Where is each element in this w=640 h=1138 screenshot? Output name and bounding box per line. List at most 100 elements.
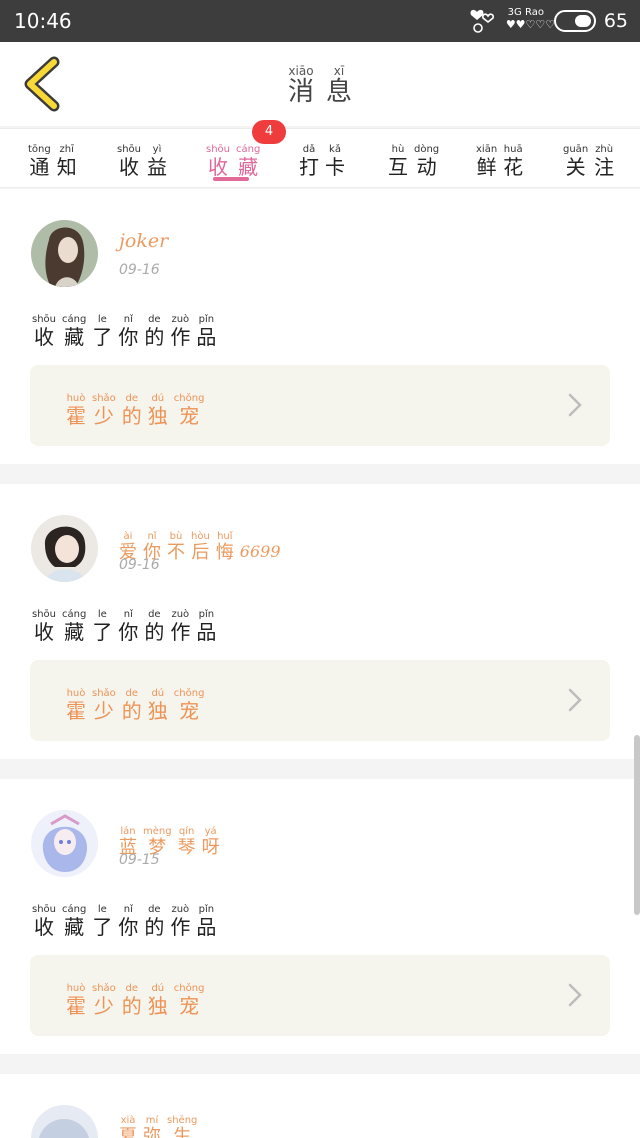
tab-earnings[interactable]: shōu 收 yì 益 (117, 137, 167, 179)
action-char: 你 (118, 915, 139, 939)
signal-icon: 3G Rao ♥♥♡♡♡ (505, 7, 556, 31)
work-char: 独 (147, 994, 168, 1018)
tab-char: 收 (119, 155, 139, 179)
work-pinyin: chǒng (173, 688, 205, 699)
favorite-card: ài 爱 nǐ 你 bù 不 hòu 后 huǐ 悔 6699 09-16 shōu 收 c… (0, 484, 640, 759)
tab-char: 卡 (325, 155, 345, 179)
username[interactable]: joker (119, 229, 168, 253)
action-char: 你 (118, 620, 139, 644)
action-pinyin: shōu (32, 609, 57, 620)
work-pinyin: chǒng (173, 393, 205, 404)
tab-pinyin: xiān (476, 144, 498, 155)
username-pinyin: yá (204, 826, 217, 837)
work-char: 的 (121, 699, 142, 723)
action-char: 品 (196, 325, 217, 349)
action-pinyin: zuò (171, 314, 190, 325)
avatar[interactable] (31, 1105, 98, 1138)
username-char: 弥 (143, 1126, 161, 1138)
tab-pinyin: guān (563, 144, 589, 155)
action-char: 藏 (64, 620, 85, 644)
action-pinyin: nǐ (123, 314, 133, 325)
favorite-card: xià 夏 mí 弥 shēng 生 (0, 1074, 640, 1138)
work-pinyin: dú (151, 983, 165, 994)
work-char: 宠 (179, 699, 200, 723)
chevron-right-icon (568, 393, 582, 417)
scrollbar[interactable] (634, 735, 640, 915)
tab-char: 知 (56, 155, 77, 179)
work-pinyin: chǒng (173, 983, 205, 994)
username-char: 不 (167, 542, 185, 563)
tab-favorites[interactable]: shōu 收 cáng 藏 (206, 137, 260, 179)
action-char: 的 (144, 325, 165, 349)
work-title: huò 霍 shǎo 少 de 的 dú 独 chǒng 宠 (66, 681, 204, 723)
action-char: 品 (196, 915, 217, 939)
username[interactable]: xià 夏 mí 弥 shēng 生 (119, 1108, 197, 1138)
username-pinyin: shēng (167, 1115, 198, 1126)
work-pinyin: de (125, 688, 139, 699)
action-pinyin: nǐ (123, 904, 133, 915)
action-char: 藏 (64, 325, 85, 349)
favorite-date: 09-16 (119, 262, 160, 278)
tab-notifications[interactable]: tōng 通 zhī 知 (28, 137, 77, 179)
action-pinyin: nǐ (123, 609, 133, 620)
work-char: 的 (121, 994, 142, 1018)
work-char: 霍 (66, 994, 86, 1018)
tab-pinyin: cáng (236, 144, 261, 155)
username-pinyin: hòu (191, 531, 210, 542)
work-char: 霍 (66, 699, 86, 723)
work-link[interactable]: huò 霍 shǎo 少 de 的 dú 独 chǒng 宠 (30, 955, 610, 1036)
username-pinyin: bù (169, 531, 183, 542)
action-pinyin: de (148, 314, 161, 325)
work-char: 宠 (179, 994, 200, 1018)
tab-pinyin: zhī (59, 144, 74, 155)
action-pinyin: cáng (62, 314, 87, 325)
header: xiāo 消 xī 息 (0, 42, 640, 126)
username-char: 夏 (119, 1126, 137, 1138)
action-pinyin: shōu (32, 904, 57, 915)
action-char: 藏 (64, 915, 85, 939)
action-char: 的 (144, 620, 165, 644)
tab-char: 关 (565, 155, 586, 179)
username-char: 悔 (215, 542, 234, 563)
work-char: 独 (147, 404, 168, 428)
avatar[interactable] (31, 220, 98, 287)
action-text: shōu 收 cáng 藏 le 了 nǐ 你 de 的 zuò 作 pǐn 品 (32, 307, 216, 349)
work-char: 的 (121, 404, 142, 428)
action-text: shōu 收 cáng 藏 le 了 nǐ 你 de 的 zuò 作 pǐn 品 (32, 602, 216, 644)
username-pinyin: ài (123, 531, 133, 542)
girl-curly-hair-avatar (31, 220, 98, 287)
network-type: 3G (507, 7, 522, 18)
favorite-date: 09-16 (119, 557, 160, 573)
username-pinyin: nǐ (147, 531, 157, 542)
work-char: 少 (93, 699, 114, 723)
tab-pinyin: kǎ (329, 144, 341, 155)
tab-char: 通 (29, 155, 50, 179)
action-char: 品 (196, 620, 217, 644)
anime-girl-avatar (31, 810, 98, 877)
tab-char: 注 (594, 155, 615, 179)
action-pinyin: le (97, 904, 107, 915)
tab-interactions[interactable]: hù 互 dòng 动 (388, 137, 439, 179)
work-link[interactable]: huò 霍 shǎo 少 de 的 dú 独 chǒng 宠 (30, 365, 610, 446)
qq-heart-icon (470, 9, 494, 33)
work-pinyin: huò (66, 393, 86, 404)
work-link[interactable]: huò 霍 shǎo 少 de 的 dú 独 chǒng 宠 (30, 660, 610, 741)
username-char: 呀 (201, 837, 220, 858)
action-pinyin: pǐn (198, 609, 215, 620)
title-pinyin: xiāo (288, 64, 314, 78)
work-pinyin: shǎo (92, 393, 116, 404)
tab-follow[interactable]: guān 关 zhù 注 (563, 137, 614, 179)
avatar[interactable] (31, 810, 98, 877)
action-pinyin: le (97, 314, 107, 325)
avatar[interactable] (31, 515, 98, 582)
work-pinyin: dú (151, 393, 165, 404)
tab-pinyin: dǎ (302, 144, 316, 155)
tab-pinyin: huā (503, 144, 523, 155)
battery-icon (553, 10, 596, 32)
tab-checkin[interactable]: dǎ 打 kǎ 卡 (299, 137, 345, 179)
work-pinyin: de (125, 983, 139, 994)
work-char: 霍 (66, 404, 86, 428)
work-pinyin: de (125, 393, 139, 404)
tab-flowers[interactable]: xiān 鲜 huā 花 (476, 137, 523, 179)
tab-pinyin: shōu (117, 144, 142, 155)
